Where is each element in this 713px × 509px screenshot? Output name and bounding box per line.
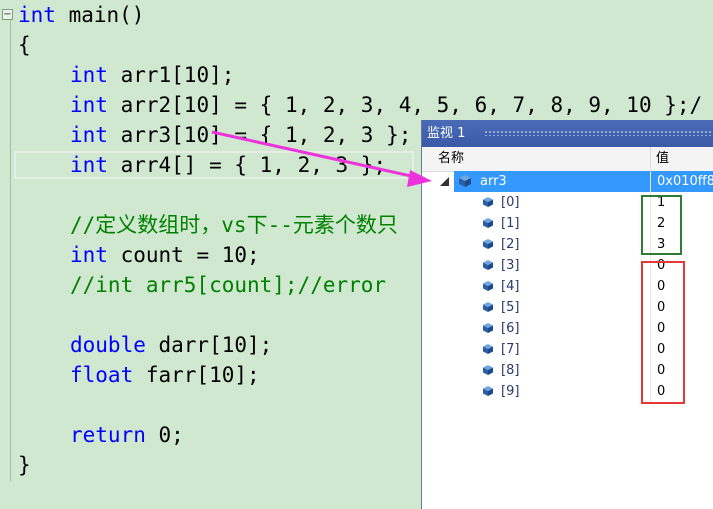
watch-item-name: [6] [501,321,520,336]
cube-icon [483,239,493,249]
code-line: int arr2[10] = { 1, 2, 3, 4, 5, 6, 7, 8,… [70,90,702,120]
code-text: arr2[10] = { 1, 2, 3, 4, 5, 6, 7, 8, 9, … [107,93,703,117]
column-value-header[interactable]: 值 [656,147,669,171]
code-line: double darr[10]; [70,330,272,360]
code-text: 0; [145,423,184,447]
code-line: { [18,30,31,60]
code-line: } [18,450,31,480]
cube-icon [483,365,493,375]
keyword: int [18,3,56,27]
keyword: return [70,423,146,447]
watch-title-bar[interactable]: 监视 1 [422,120,713,147]
watch-item-name: [3] [501,258,520,273]
watch-item-name: [2] [501,237,520,252]
keyword: int [70,63,108,87]
keyword: int [70,243,108,267]
collapse-toggle-icon[interactable]: − [2,9,13,20]
column-name-header[interactable]: 名称 [438,147,464,171]
cube-icon [483,197,493,207]
code-text: arr3[10] = { 1, 2, 3 }; [107,123,412,147]
cube-icon [483,260,493,270]
cube-icon [483,281,493,291]
code-text: count = 10; [107,243,260,267]
code-line: float farr[10]; [70,360,260,390]
watch-column-header: 名称 值 [422,147,713,172]
code-text: darr[10]; [145,333,273,357]
code-line: int main() [18,0,144,30]
code-line: //定义数组时，vs下--元素个数只 [70,210,398,240]
keyword: int [70,153,108,177]
watch-item-name: [5] [501,300,520,315]
watch-item-value[interactable]: 0x010ff8 [657,171,713,192]
comment: //int arr5[count];//error [70,273,387,297]
watch-item-name: [8] [501,363,520,378]
watch-item-name: [7] [501,342,520,357]
highlight-zero-values [641,261,685,404]
watch-item-name: [1] [501,216,520,231]
cube-icon [483,302,493,312]
code-text: arr4[] = { 1, 2, 3 }; [107,153,387,177]
comment: //定义数组时，vs下--元素个数只 [70,213,398,237]
watch-title: 监视 1 [427,126,466,141]
cube-icon [483,344,493,354]
triangle-expanded-icon[interactable] [440,177,449,186]
code-line: //int arr5[count];//error [70,270,386,300]
title-grip [484,130,713,136]
column-divider[interactable] [650,147,651,171]
watch-item-name: arr3 [480,174,507,189]
cube-icon [483,323,493,333]
code-line: return 0; [70,420,184,450]
keyword: int [70,123,108,147]
keyword: int [70,93,108,117]
watch-item-name: [9] [501,384,520,399]
cube-icon [483,386,493,396]
code-line: int arr1[10]; [70,60,234,90]
keyword: double [70,333,146,357]
cube-icon [483,218,493,228]
code-line: int count = 10; [70,240,260,270]
highlight-initialized-values [641,195,682,255]
watch-item-name: [0] [501,195,520,210]
code-text: main() [55,3,145,27]
row-divider [650,171,651,192]
code-text: { [18,33,31,57]
code-line: int arr4[] = { 1, 2, 3 }; [70,150,386,180]
keyword: float [70,363,134,387]
watch-item-name: [4] [501,279,520,294]
code-text: farr[10]; [133,363,260,387]
code-line: int arr3[10] = { 1, 2, 3 }; [70,120,411,150]
code-text: } [18,453,31,477]
cube-icon [459,175,471,187]
watch-row-selected[interactable]: arr3 0x010ff8 [422,171,713,192]
outline-guide [10,19,11,481]
code-text: arr1[10]; [107,63,235,87]
